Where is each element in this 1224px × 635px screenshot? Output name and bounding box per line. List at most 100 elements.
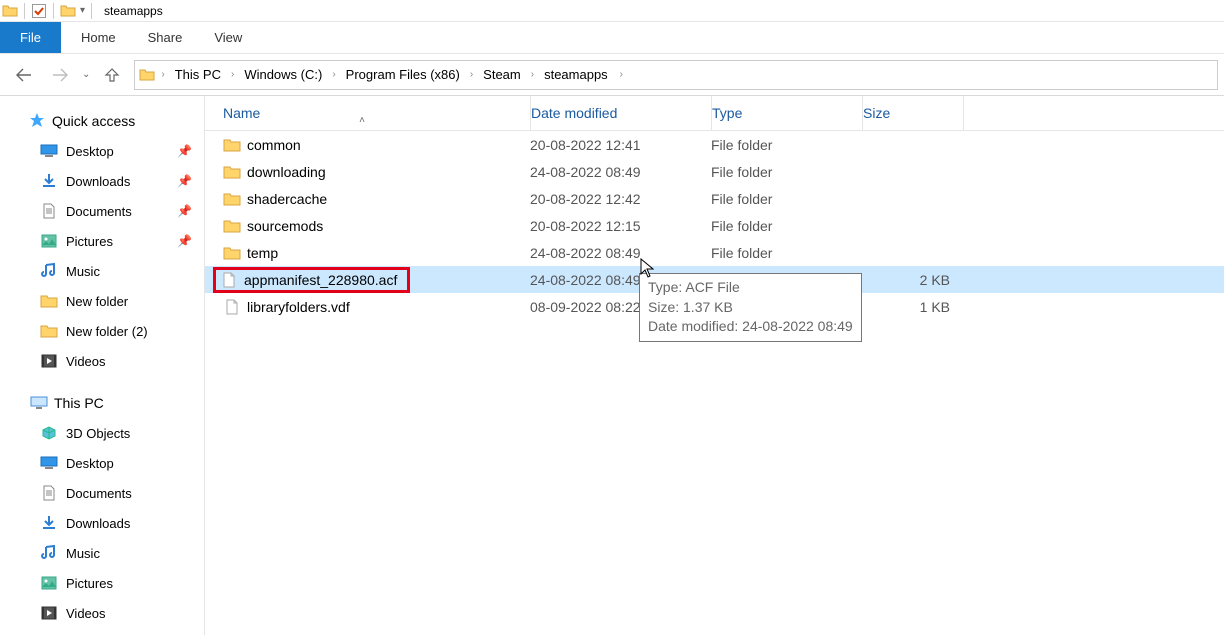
nav-item[interactable]: Documents📌 — [0, 196, 204, 226]
table-row[interactable]: temp24-08-2022 08:49File folder — [205, 239, 1224, 266]
cell-type: File folder — [711, 191, 862, 207]
highlight-annotation: appmanifest_228980.acf — [213, 267, 410, 293]
folder-icon — [223, 244, 241, 262]
nav-item[interactable]: Documents — [0, 478, 204, 508]
table-row[interactable]: downloading 24-08-2022 08:49File folder — [205, 158, 1224, 185]
folder-icon — [2, 3, 18, 19]
file-name: sourcemods — [247, 218, 323, 234]
file-tab[interactable]: File — [0, 22, 61, 53]
sort-indicator-icon: ˄ — [359, 115, 365, 126]
folder-icon — [139, 67, 155, 83]
cell-type: File folder — [711, 218, 862, 234]
nav-item[interactable]: Music — [0, 538, 204, 568]
file-name: shadercache — [247, 191, 327, 207]
nav-item[interactable]: 3D Objects — [0, 418, 204, 448]
nav-item-label: Documents — [66, 204, 132, 219]
chevron-right-icon[interactable]: › — [229, 69, 236, 80]
desktop-icon — [40, 142, 58, 160]
nav-item-label: Desktop — [66, 144, 114, 159]
table-row[interactable]: sourcemods20-08-2022 12:15File folder — [205, 212, 1224, 239]
history-dropdown-icon[interactable]: ⌄ — [82, 69, 90, 80]
up-button[interactable] — [98, 61, 126, 89]
nav-item[interactable]: Pictures — [0, 568, 204, 598]
column-headers: Name˄ Date modified Type Size — [205, 96, 1224, 131]
file-name: libraryfolders.vdf — [247, 299, 350, 315]
cell-size: 1 KB — [862, 299, 962, 315]
breadcrumb-item[interactable]: Steam — [477, 61, 527, 89]
nav-item[interactable]: Videos — [0, 346, 204, 376]
file-name: appmanifest_228980.acf — [244, 272, 397, 288]
file-icon — [220, 271, 238, 289]
videos-icon — [40, 352, 58, 370]
pictures-icon — [40, 574, 58, 592]
separator — [24, 3, 25, 19]
pin-icon: 📌 — [177, 234, 192, 248]
breadcrumb-item[interactable]: Windows (C:) — [238, 61, 328, 89]
nav-item[interactable]: Desktop — [0, 448, 204, 478]
back-button[interactable] — [10, 61, 38, 89]
documents-icon — [40, 202, 58, 220]
nav-item[interactable]: Pictures📌 — [0, 226, 204, 256]
main: Quick access Desktop📌Downloads📌Documents… — [0, 96, 1224, 635]
folder-icon — [60, 3, 76, 19]
nav-quick-access[interactable]: Quick access — [0, 106, 204, 136]
tooltip-line: Date modified: 24-08-2022 08:49 — [648, 317, 853, 337]
chevron-right-icon[interactable]: › — [616, 69, 627, 80]
nav-item-label: Music — [66, 546, 100, 561]
qat-dropdown-icon[interactable]: ▾ — [80, 5, 85, 16]
tooltip: Type: ACF File Size: 1.37 KB Date modifi… — [639, 273, 862, 342]
nav-item[interactable]: Music — [0, 256, 204, 286]
column-header-name[interactable]: Name˄ — [205, 105, 530, 121]
nav-label: This PC — [54, 395, 104, 411]
separator — [53, 3, 54, 19]
nav-item[interactable]: Downloads📌 — [0, 166, 204, 196]
file-name: temp — [247, 245, 278, 261]
forward-button[interactable] — [46, 61, 74, 89]
cell-date: 24-08-2022 08:49 — [530, 164, 711, 180]
nav-item-label: New folder — [66, 294, 128, 309]
navigation-pane[interactable]: Quick access Desktop📌Downloads📌Documents… — [0, 96, 205, 635]
table-row[interactable]: common20-08-2022 12:41File folder — [205, 131, 1224, 158]
breadcrumb-item[interactable]: Program Files (x86) — [340, 61, 466, 89]
nav-item-label: Pictures — [66, 576, 113, 591]
cell-type: File folder — [711, 164, 862, 180]
chevron-right-icon[interactable]: › — [330, 69, 337, 80]
documents-icon — [40, 484, 58, 502]
tab-share[interactable]: Share — [132, 22, 199, 53]
nav-item[interactable]: Videos — [0, 598, 204, 628]
ribbon: File Home Share View — [0, 22, 1224, 54]
address-bar[interactable]: › This PC› Windows (C:)› Program Files (… — [134, 60, 1218, 90]
breadcrumb-item[interactable]: steamapps — [538, 61, 614, 89]
folder-icon — [223, 217, 241, 235]
desktop-icon — [40, 454, 58, 472]
tab-home[interactable]: Home — [65, 22, 132, 53]
table-row[interactable]: shadercache20-08-2022 12:42File folder — [205, 185, 1224, 212]
properties-icon[interactable] — [31, 3, 47, 19]
cursor-icon — [640, 258, 654, 278]
chevron-right-icon[interactable]: › — [529, 69, 536, 80]
downloads-icon — [40, 172, 58, 190]
folder-icon — [40, 292, 58, 310]
pin-icon: 📌 — [177, 174, 192, 188]
nav-item-label: Desktop — [66, 456, 114, 471]
chevron-right-icon[interactable]: › — [468, 69, 475, 80]
tab-view[interactable]: View — [198, 22, 258, 53]
column-header-type[interactable]: Type — [712, 105, 862, 121]
column-header-date[interactable]: Date modified — [531, 105, 711, 121]
content-pane[interactable]: Name˄ Date modified Type Size common20-0… — [205, 96, 1224, 635]
folder-icon — [40, 322, 58, 340]
file-name: common — [247, 137, 301, 153]
nav-item-label: Videos — [66, 606, 106, 621]
nav-item[interactable]: New folder — [0, 286, 204, 316]
nav-item[interactable]: Downloads — [0, 508, 204, 538]
nav-item[interactable]: Desktop📌 — [0, 136, 204, 166]
nav-this-pc[interactable]: This PC — [0, 388, 204, 418]
file-name: downloading — [247, 164, 326, 180]
nav-item-label: Downloads — [66, 516, 130, 531]
breadcrumb-item[interactable]: This PC — [169, 61, 227, 89]
folder-icon — [223, 136, 241, 154]
nav-item[interactable]: New folder (2) — [0, 316, 204, 346]
column-header-size[interactable]: Size — [863, 105, 963, 121]
music-icon — [40, 262, 58, 280]
chevron-right-icon[interactable]: › — [159, 69, 166, 80]
